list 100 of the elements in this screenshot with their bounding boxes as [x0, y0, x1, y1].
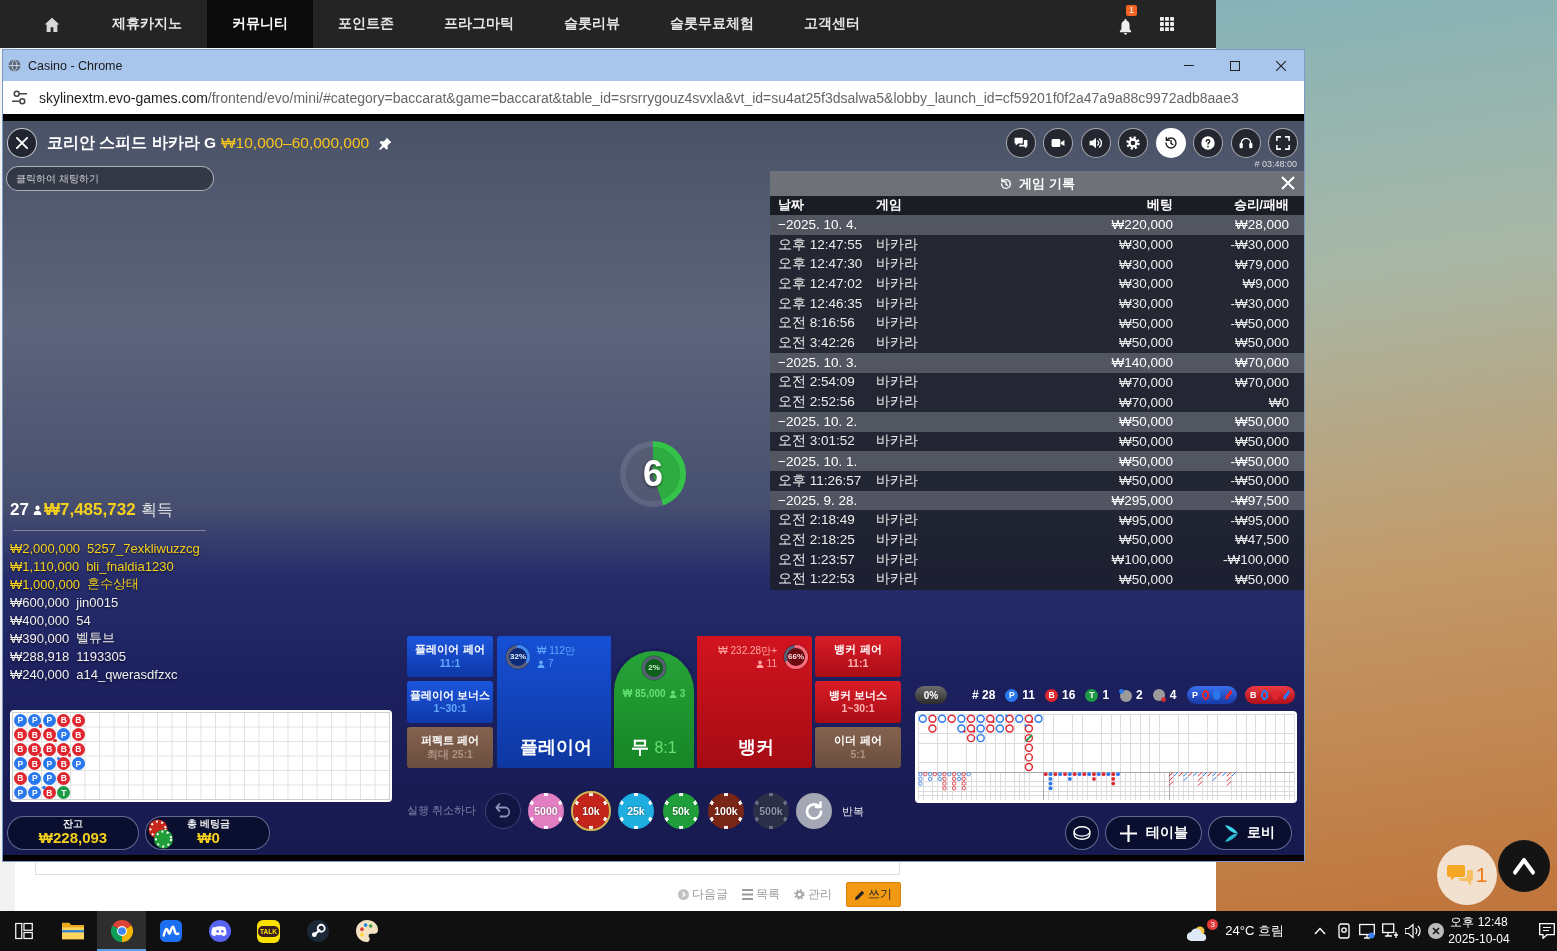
pin-icon[interactable] [379, 136, 393, 150]
date-row[interactable]: −2025. 9. 28. ₩295,000 -₩97,500 [770, 490, 1304, 511]
table-cell-text: 오후 12:47:02 [778, 274, 864, 293]
result-bead: P [13, 786, 27, 800]
chevron-up-icon[interactable] [1314, 927, 1326, 935]
stat-count: 16 [1062, 688, 1076, 702]
close-circle-icon[interactable] [1428, 923, 1444, 939]
column-header: 승리/패배 [1232, 197, 1289, 214]
panel-title: 게임 기록 [1019, 174, 1075, 193]
nav-link[interactable]: 슬롯리뷰 [539, 0, 645, 48]
device-icon[interactable] [1336, 923, 1352, 939]
nav-link[interactable]: 포인트존 [313, 0, 419, 48]
result-bead: B [13, 728, 27, 742]
home-icon [44, 16, 60, 32]
chat-input[interactable]: 클릭하여 채팅하기 [6, 166, 214, 191]
table-cell-text: ₩47,500 [1233, 532, 1289, 548]
close-icon [16, 137, 28, 149]
url-text: skylinextm.evo-games.com/frontend/evo/mini/#category=baccarat&game=baccarat&table_id=srsrrygouz4svxla&vt_id=su4at25f3dsalwa5&lobby_launch_id=cf59201f0f2a47a9a88c9972adb8aae3 [39, 89, 1239, 106]
side-bet-button[interactable]: 뱅커 페어 11:1 [815, 636, 901, 678]
weather-cloud-icon[interactable] [1187, 926, 1208, 941]
table-cell-text: 바카라 [876, 235, 919, 254]
bet-total: ₩ 232.28만+ [718, 644, 777, 657]
table-cell-text: -₩95,000 [1229, 512, 1289, 528]
total-bet-value: ₩0 [197, 829, 220, 847]
share-percent: 32% [509, 652, 527, 662]
bet-total: ₩ 85,000 [622, 688, 666, 699]
player-name: jin0015 [76, 594, 119, 610]
table-cell-text: -₩50,000 [1229, 315, 1289, 331]
stat-count: 4 [1169, 688, 1177, 702]
table-cell-text: ₩50,000 [1233, 335, 1289, 351]
table-cell-text: ₩220,000 [1110, 217, 1173, 233]
nav-link[interactable]: 슬롯무료체험 [645, 0, 779, 48]
maximize-icon[interactable] [1230, 60, 1240, 71]
side-bet-button[interactable]: 퍼펙트 페어 최대 25:1 [407, 726, 493, 768]
banker-bet-area[interactable]: ₩ 232.28만+ 11 66% 뱅커 [697, 636, 812, 768]
table-cell-text: 오전 2:54:09 [778, 373, 856, 392]
result-bead: B [42, 786, 56, 800]
table-cell-text: ₩50,000 [1117, 571, 1173, 587]
bettor-count: 7 [548, 657, 554, 670]
network-icon[interactable] [1382, 923, 1398, 939]
column-header: 날짜 [778, 197, 805, 214]
undo-button[interactable] [484, 793, 521, 829]
win-amount: ₩240,000 [10, 666, 70, 682]
winnings-label: 획득 [140, 499, 173, 520]
table-cell-text: ₩30,000 [1117, 256, 1173, 272]
clock-date: 2025-10-04 [1448, 931, 1510, 948]
video-camera-icon [1051, 136, 1065, 150]
write-button[interactable]: 쓰기 [846, 882, 901, 907]
result-bead: P [42, 771, 56, 785]
nav-link[interactable]: 고객센터 [779, 0, 885, 48]
browser-icon [110, 920, 133, 942]
result-bead: T [57, 786, 71, 800]
banker-prediction-button[interactable]: B [1245, 686, 1295, 704]
close-button[interactable] [7, 128, 37, 158]
nav-link[interactable]: 프라그마틱 [419, 0, 539, 48]
table-cell-text: 바카라 [876, 471, 919, 490]
monitor-icon[interactable] [1359, 923, 1375, 939]
close-icon[interactable] [1276, 60, 1286, 71]
player-name: 1193305 [76, 648, 126, 664]
date-row[interactable]: −2025. 10. 3. ₩140,000 ₩70,000 [770, 352, 1304, 373]
taskbar-button[interactable] [97, 911, 146, 951]
table-cell-text: 오전 2:18:25 [778, 530, 856, 549]
table-cell-text: 바카라 [876, 393, 919, 412]
player-prediction-button[interactable]: P [1187, 686, 1237, 704]
table-cell-text: ₩50,000 [1233, 433, 1289, 449]
oval-icon [1073, 826, 1091, 840]
result-bead: P [42, 757, 56, 771]
bell-icon[interactable] [1118, 17, 1133, 35]
result-bead: P [28, 786, 42, 800]
table-cell-text: ₩70,000 [1233, 374, 1289, 390]
lobby-button[interactable]: 로비 [1208, 816, 1292, 850]
table-cell-text: 바카라 [876, 550, 919, 569]
tie-bet-area[interactable]: 2% ₩ 85,000 3 무 8:1 [611, 648, 697, 768]
table-cell-text: 오전 1:23:57 [778, 550, 856, 569]
weather-text[interactable]: 24°C 흐림 [1225, 922, 1284, 940]
date-row[interactable]: −2025. 10. 2. ₩50,000 ₩50,000 [770, 411, 1304, 432]
side-bet-button[interactable]: 뱅커 보너스 1~30:1 [815, 681, 901, 723]
player-bet-area[interactable]: 32% ₩ 112만 7 플레이어 [497, 636, 611, 768]
notification-icon[interactable] [1539, 923, 1555, 939]
player-name: a14_qwerasdfzxc [76, 666, 178, 682]
date-row[interactable]: −2025. 10. 1. ₩50,000 -₩50,000 [770, 451, 1304, 471]
side-bet-button[interactable]: 플레이어 보너스 1~30:1 [407, 681, 493, 723]
table-cell-text: -₩50,000 [1229, 453, 1289, 469]
share-percent: 2% [647, 663, 661, 673]
result-bead: B [57, 713, 71, 727]
volume-icon[interactable] [1405, 923, 1421, 939]
nav-link[interactable]: 제휴카지노 [87, 0, 207, 48]
nav-link[interactable]: 커뮤니티 [207, 0, 313, 48]
win-amount: ₩400,000 [10, 612, 70, 628]
date-row[interactable]: −2025. 10. 4. ₩220,000 ₩28,000 [770, 215, 1304, 235]
table-cell-text: 오전 2:52:56 [778, 393, 856, 412]
table-cell-text: ₩9,000 [1241, 276, 1289, 292]
sliders-icon[interactable] [12, 90, 27, 105]
side-bet-button[interactable]: 플레이어 페어 11:1 [407, 636, 493, 678]
grid-menu-icon[interactable] [1160, 17, 1174, 31]
table-cell-text: 바카라 [876, 294, 919, 313]
side-bet-button[interactable]: 이더 페어 5:1 [815, 726, 901, 768]
table-cell-text: ₩140,000 [1110, 355, 1173, 371]
win-amount: ₩288,918 [10, 648, 70, 664]
add-table-button[interactable]: 테이블 [1105, 816, 1202, 850]
